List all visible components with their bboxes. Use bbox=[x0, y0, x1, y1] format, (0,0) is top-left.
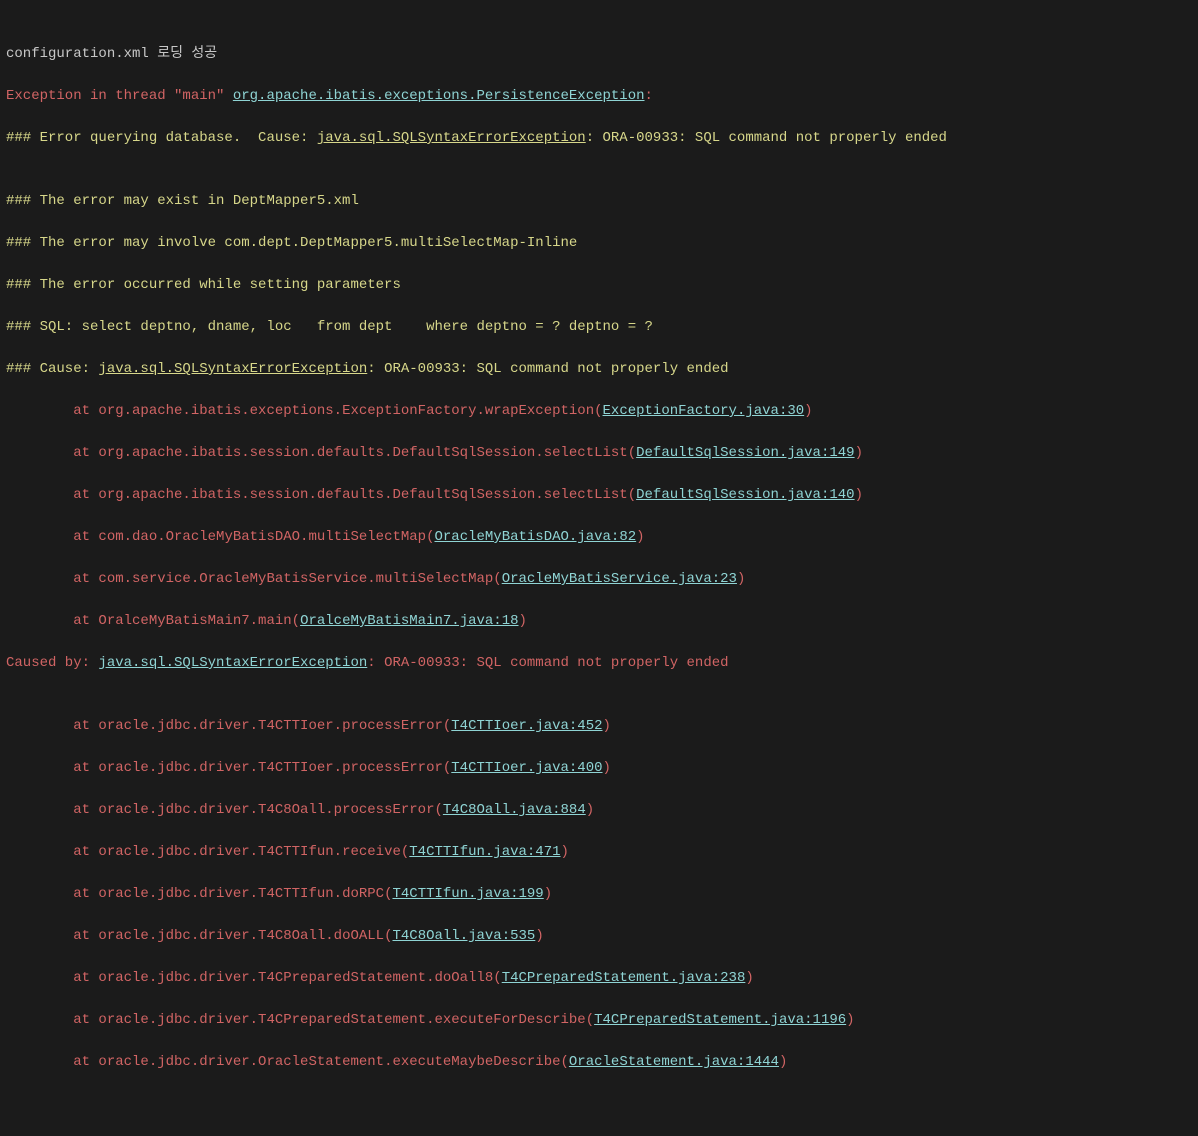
log-line: at oracle.jdbc.driver.T4C8Oall.processEr… bbox=[6, 800, 1192, 821]
text: ) bbox=[603, 718, 611, 734]
source-link[interactable]: DefaultSqlSession.java:140 bbox=[636, 487, 854, 503]
text: ### Cause: bbox=[6, 361, 98, 377]
source-link[interactable]: T4CTTIoer.java:400 bbox=[451, 760, 602, 776]
log-line: ### SQL: select deptno, dname, loc from … bbox=[6, 317, 1192, 338]
text: ) bbox=[535, 928, 543, 944]
text: at oracle.jdbc.driver.T4CPreparedStateme… bbox=[6, 1012, 594, 1028]
source-link[interactable]: ExceptionFactory.java:30 bbox=[603, 403, 805, 419]
text: ) bbox=[586, 802, 594, 818]
source-link[interactable]: T4CPreparedStatement.java:238 bbox=[502, 970, 746, 986]
text: ### Error querying database. Cause: bbox=[6, 130, 317, 146]
text: at oracle.jdbc.driver.T4CPreparedStateme… bbox=[6, 970, 502, 986]
log-line: Caused by: java.sql.SQLSyntaxErrorExcept… bbox=[6, 653, 1192, 674]
text: ) bbox=[561, 844, 569, 860]
text: : ORA-00933: SQL command not properly en… bbox=[586, 130, 947, 146]
text: at oracle.jdbc.driver.T4CTTIoer.processE… bbox=[6, 718, 451, 734]
source-link[interactable]: T4CTTIfun.java:471 bbox=[409, 844, 560, 860]
log-line: at org.apache.ibatis.session.defaults.De… bbox=[6, 443, 1192, 464]
text: ) bbox=[846, 1012, 854, 1028]
text: at OralceMyBatisMain7.main( bbox=[6, 613, 300, 629]
exception-link[interactable]: org.apache.ibatis.exceptions.Persistence… bbox=[233, 88, 645, 104]
text: at oracle.jdbc.driver.T4C8Oall.processEr… bbox=[6, 802, 443, 818]
source-link[interactable]: OralceMyBatisMain7.java:18 bbox=[300, 613, 518, 629]
log-line: at oracle.jdbc.driver.OracleStatement.ex… bbox=[6, 1052, 1192, 1073]
text: ) bbox=[855, 445, 863, 461]
source-link[interactable]: T4C8Oall.java:535 bbox=[392, 928, 535, 944]
source-link[interactable]: T4CPreparedStatement.java:1196 bbox=[594, 1012, 846, 1028]
text: configuration.xml 로딩 성공 bbox=[6, 46, 217, 62]
log-line: at oracle.jdbc.driver.T4CTTIfun.doRPC(T4… bbox=[6, 884, 1192, 905]
source-link[interactable]: OracleMyBatisDAO.java:82 bbox=[434, 529, 636, 545]
log-line: at oracle.jdbc.driver.T4CTTIfun.receive(… bbox=[6, 842, 1192, 863]
text: ) bbox=[519, 613, 527, 629]
exception-link[interactable]: java.sql.SQLSyntaxErrorException bbox=[317, 130, 586, 146]
log-line: ### Error querying database. Cause: java… bbox=[6, 128, 1192, 149]
text: at org.apache.ibatis.session.defaults.De… bbox=[6, 487, 636, 503]
text: ) bbox=[603, 760, 611, 776]
text: : ORA-00933: SQL command not properly en… bbox=[367, 655, 728, 671]
text: at oracle.jdbc.driver.T4C8Oall.doOALL( bbox=[6, 928, 392, 944]
source-link[interactable]: T4CTTIoer.java:452 bbox=[451, 718, 602, 734]
text: at com.dao.OracleMyBatisDAO.multiSelectM… bbox=[6, 529, 434, 545]
log-line: at oracle.jdbc.driver.T4CTTIoer.processE… bbox=[6, 716, 1192, 737]
exception-link[interactable]: java.sql.SQLSyntaxErrorException bbox=[98, 655, 367, 671]
log-line: ### The error may involve com.dept.DeptM… bbox=[6, 233, 1192, 254]
text: ### SQL: select deptno, dname, loc from … bbox=[6, 319, 653, 335]
text: : ORA-00933: SQL command not properly en… bbox=[367, 361, 728, 377]
text: ) bbox=[737, 571, 745, 587]
text: ) bbox=[804, 403, 812, 419]
log-line: at oracle.jdbc.driver.T4CPreparedStateme… bbox=[6, 1010, 1192, 1031]
text: ) bbox=[745, 970, 753, 986]
source-link[interactable]: OracleStatement.java:1444 bbox=[569, 1054, 779, 1070]
log-line: at oracle.jdbc.driver.T4C8Oall.doOALL(T4… bbox=[6, 926, 1192, 947]
log-line: at org.apache.ibatis.session.defaults.De… bbox=[6, 485, 1192, 506]
text: at oracle.jdbc.driver.T4CTTIfun.doRPC( bbox=[6, 886, 392, 902]
text: ### The error may involve com.dept.DeptM… bbox=[6, 235, 577, 251]
exception-link[interactable]: java.sql.SQLSyntaxErrorException bbox=[98, 361, 367, 377]
log-line: at com.service.OracleMyBatisService.mult… bbox=[6, 569, 1192, 590]
source-link[interactable]: OracleMyBatisService.java:23 bbox=[502, 571, 737, 587]
log-line: at com.dao.OracleMyBatisDAO.multiSelectM… bbox=[6, 527, 1192, 548]
log-line: Exception in thread "main" org.apache.ib… bbox=[6, 86, 1192, 107]
text: at org.apache.ibatis.exceptions.Exceptio… bbox=[6, 403, 603, 419]
log-line: ### Cause: java.sql.SQLSyntaxErrorExcept… bbox=[6, 359, 1192, 380]
text: ### The error may exist in DeptMapper5.x… bbox=[6, 193, 359, 209]
text: : bbox=[645, 88, 662, 104]
log-line: configuration.xml 로딩 성공 bbox=[6, 44, 1192, 65]
text: ) bbox=[544, 886, 552, 902]
log-line: at org.apache.ibatis.exceptions.Exceptio… bbox=[6, 401, 1192, 422]
source-link[interactable]: T4CTTIfun.java:199 bbox=[392, 886, 543, 902]
text: Exception in thread "main" bbox=[6, 88, 233, 104]
text: ### The error occurred while setting par… bbox=[6, 277, 401, 293]
log-line: ### The error occurred while setting par… bbox=[6, 275, 1192, 296]
text: at oracle.jdbc.driver.T4CTTIfun.receive( bbox=[6, 844, 409, 860]
source-link[interactable]: T4C8Oall.java:884 bbox=[443, 802, 586, 818]
text: at com.service.OracleMyBatisService.mult… bbox=[6, 571, 502, 587]
text: ) bbox=[636, 529, 644, 545]
log-line: at OralceMyBatisMain7.main(OralceMyBatis… bbox=[6, 611, 1192, 632]
text: at org.apache.ibatis.session.defaults.De… bbox=[6, 445, 636, 461]
text: at oracle.jdbc.driver.OracleStatement.ex… bbox=[6, 1054, 569, 1070]
source-link[interactable]: DefaultSqlSession.java:149 bbox=[636, 445, 854, 461]
text: ) bbox=[855, 487, 863, 503]
text: ) bbox=[779, 1054, 787, 1070]
log-line: at oracle.jdbc.driver.T4CTTIoer.processE… bbox=[6, 758, 1192, 779]
text: Caused by: bbox=[6, 655, 98, 671]
log-line: at oracle.jdbc.driver.T4CPreparedStateme… bbox=[6, 968, 1192, 989]
text: at oracle.jdbc.driver.T4CTTIoer.processE… bbox=[6, 760, 451, 776]
log-line: ### The error may exist in DeptMapper5.x… bbox=[6, 191, 1192, 212]
